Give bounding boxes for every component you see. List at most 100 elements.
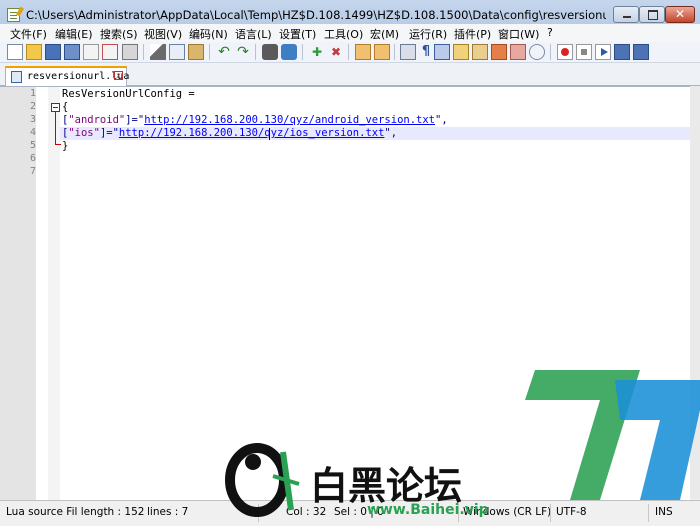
play-macro-icon[interactable] — [595, 44, 611, 60]
code-line-2: { — [62, 101, 69, 113]
status-selection: Sel : 0 | 0 — [334, 506, 384, 518]
menu-tools[interactable]: 工具(O) — [324, 26, 363, 42]
close-all-icon[interactable] — [102, 44, 118, 60]
stop-record-icon[interactable] — [576, 44, 592, 60]
toolbar-separator — [348, 44, 349, 60]
menu-window[interactable]: 窗口(W) — [498, 26, 539, 42]
menu-bar: 文件(F) 编辑(E) 搜索(S) 视图(V) 编码(N) 语言(L) 设置(T… — [0, 24, 700, 42]
doc-map-icon[interactable] — [453, 44, 469, 60]
toolbar-separator — [255, 44, 256, 60]
toolbar: ↶ ↷ ✚ ✖ ¶ — [0, 42, 700, 63]
notepadpp-window: C:\Users\Administrator\AppData\Local\Tem… — [0, 0, 700, 526]
menu-encoding[interactable]: 编码(N) — [189, 26, 228, 42]
menu-help[interactable]: ? — [547, 26, 553, 39]
status-eol[interactable]: Windows (CR LF) — [463, 506, 551, 518]
menu-file[interactable]: 文件(F) — [10, 26, 47, 42]
url-link[interactable]: http://192.168.200.130/qyz/ios_version.t… — [119, 127, 385, 139]
cut-icon[interactable] — [150, 44, 166, 60]
save-macro-icon[interactable] — [633, 44, 649, 60]
menu-language[interactable]: 语言(L) — [235, 26, 272, 42]
zoom-out-icon[interactable]: ✖ — [328, 44, 344, 60]
status-insert-mode[interactable]: INS — [655, 506, 673, 518]
close-icon: ✕ — [674, 7, 686, 21]
toolbar-separator — [143, 44, 144, 60]
toolbar-separator — [209, 44, 210, 60]
menu-macro[interactable]: 宏(M) — [370, 26, 399, 42]
menu-view[interactable]: 视图(V) — [144, 26, 182, 42]
maximize-icon — [648, 10, 658, 20]
toolbar-separator — [394, 44, 395, 60]
copy-icon[interactable] — [169, 44, 185, 60]
sync-horizontal-icon[interactable] — [374, 44, 390, 60]
monitor-icon[interactable] — [510, 44, 526, 60]
tab-bar: resversionurl.lua x — [0, 63, 700, 86]
operator-token: ]=" — [99, 127, 119, 139]
new-file-icon[interactable] — [7, 44, 23, 60]
operator-token: ", — [384, 127, 398, 139]
line-number: 6 — [29, 153, 36, 164]
fold-guide-end — [55, 144, 61, 145]
status-divider — [550, 504, 551, 522]
line-number: 3 — [29, 114, 36, 125]
folder-workspace-icon[interactable] — [491, 44, 507, 60]
fold-toggle-icon[interactable] — [51, 103, 60, 112]
status-divider — [258, 504, 259, 522]
status-column: Col : 32 — [286, 506, 327, 518]
line-number: 1 — [29, 88, 36, 99]
menu-settings[interactable]: 设置(T) — [279, 26, 316, 42]
print-icon[interactable] — [122, 44, 138, 60]
editor-area[interactable]: 1 2 3 4 5 6 7 ResVersionUrlConfig = { ["… — [0, 86, 690, 500]
replace-icon[interactable] — [281, 44, 297, 60]
status-divider — [648, 504, 649, 522]
eye-icon[interactable] — [529, 44, 545, 60]
code-line-5: } — [62, 140, 69, 152]
paste-icon[interactable] — [188, 44, 204, 60]
function-list-icon[interactable] — [472, 44, 488, 60]
toolbar-separator — [302, 44, 303, 60]
operator-token: ", — [435, 114, 448, 126]
status-divider — [458, 504, 459, 522]
close-file-icon[interactable] — [83, 44, 99, 60]
status-bar: Lua source Fil length : 152 lines : 7 Co… — [0, 500, 700, 526]
fold-guide — [55, 112, 56, 145]
operator-token: ]=" — [125, 114, 145, 126]
show-all-chars-icon[interactable]: ¶ — [418, 44, 434, 60]
save-all-icon[interactable] — [64, 44, 80, 60]
minimize-icon — [623, 16, 631, 18]
zoom-in-icon[interactable]: ✚ — [309, 44, 325, 60]
redo-icon[interactable]: ↷ — [235, 44, 251, 60]
close-window-button[interactable]: ✕ — [665, 6, 695, 23]
undo-icon[interactable]: ↶ — [216, 44, 232, 60]
menu-edit[interactable]: 编辑(E) — [55, 26, 93, 42]
code-line-4: ["ios"]="http://192.168.200.130/qyz/ios_… — [62, 127, 397, 139]
minimize-button[interactable] — [613, 6, 639, 23]
status-lines: lines : 7 — [147, 506, 189, 518]
line-number: 2 — [29, 101, 36, 112]
maximize-button[interactable] — [639, 6, 665, 23]
status-encoding[interactable]: UTF-8 — [556, 506, 587, 518]
open-file-icon[interactable] — [26, 44, 42, 60]
toolbar-separator — [550, 44, 551, 60]
menu-search[interactable]: 搜索(S) — [100, 26, 138, 42]
line-number: 7 — [29, 166, 36, 177]
save-icon[interactable] — [45, 44, 61, 60]
url-link[interactable]: http://192.168.200.130/qyz/android_versi… — [144, 114, 435, 126]
saved-file-icon — [11, 71, 22, 83]
indent-guide-icon[interactable] — [434, 44, 450, 60]
string-key-token: "ios" — [68, 127, 100, 139]
word-wrap-icon[interactable] — [400, 44, 416, 60]
sync-vertical-icon[interactable] — [355, 44, 371, 60]
vertical-scrollbar[interactable] — [690, 86, 700, 499]
fold-margin — [48, 87, 60, 500]
tab-resversionurl[interactable]: resversionurl.lua x — [5, 66, 129, 86]
record-macro-icon[interactable] — [557, 44, 573, 60]
find-icon[interactable] — [262, 44, 278, 60]
menu-plugins[interactable]: 插件(P) — [454, 26, 491, 42]
notepadpp-icon — [7, 8, 20, 22]
text-caret — [269, 128, 270, 140]
string-key-token: "android" — [68, 114, 126, 126]
line-number: 5 — [29, 140, 36, 151]
run-macro-multiple-icon[interactable] — [614, 44, 630, 60]
menu-run[interactable]: 运行(R) — [409, 26, 447, 42]
tab-close-icon[interactable]: x — [114, 71, 123, 80]
